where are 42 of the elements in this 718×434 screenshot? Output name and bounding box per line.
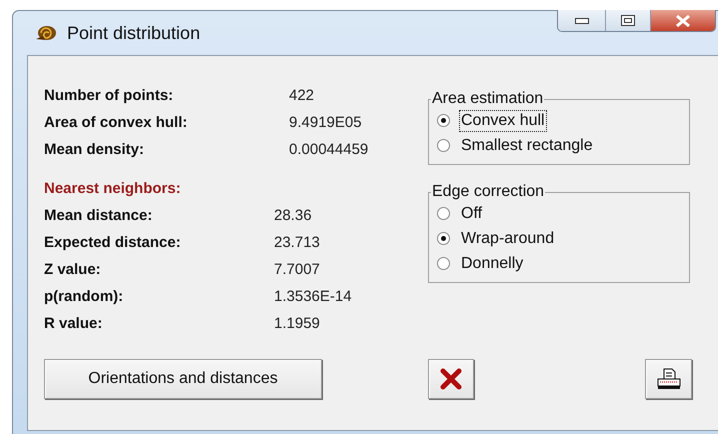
stat-label: Number of points: bbox=[44, 87, 174, 104]
close-button[interactable] bbox=[428, 359, 474, 399]
window-title: Point distribution bbox=[67, 22, 200, 44]
stat-value: 422 bbox=[289, 87, 316, 104]
radio-button[interactable] bbox=[437, 139, 450, 152]
group-title: Edge correction bbox=[431, 183, 546, 201]
close-icon bbox=[440, 368, 462, 390]
stat-label: Expected distance: bbox=[44, 234, 182, 251]
minimize-button[interactable] bbox=[558, 10, 605, 31]
stat-label: p(random): bbox=[44, 288, 124, 305]
radio-button[interactable] bbox=[437, 257, 450, 270]
option-label[interactable]: Smallest rectangle bbox=[460, 136, 594, 156]
group-title: Area estimation bbox=[431, 90, 544, 108]
print-button[interactable] bbox=[645, 359, 692, 399]
stat-value: 9.4919E05 bbox=[289, 114, 363, 131]
stat-label: R value: bbox=[44, 315, 104, 332]
stat-label: Z value: bbox=[44, 261, 102, 278]
stat-value: 23.713 bbox=[274, 234, 321, 251]
stat-value: 28.36 bbox=[274, 207, 313, 224]
stat-value: 1.1959 bbox=[274, 315, 321, 332]
radio-button[interactable] bbox=[437, 232, 450, 245]
shell-icon bbox=[35, 24, 57, 42]
orientations-button[interactable]: Orientations and distances bbox=[44, 359, 322, 399]
stat-label: Mean density: bbox=[44, 141, 146, 158]
radio-button[interactable] bbox=[437, 207, 450, 220]
stat-label: Area of convex hull: bbox=[44, 114, 188, 131]
close-window-button[interactable] bbox=[650, 10, 715, 31]
printer-icon bbox=[656, 368, 680, 390]
section-heading: Nearest neighbors: bbox=[44, 179, 182, 199]
option-label[interactable]: Wrap-around bbox=[460, 228, 556, 248]
stat-value: 0.00044459 bbox=[289, 141, 370, 158]
option-label[interactable]: Donnelly bbox=[460, 254, 524, 274]
close-icon bbox=[675, 14, 691, 26]
stat-value: 1.3536E-14 bbox=[274, 288, 353, 305]
minimize-icon bbox=[574, 18, 588, 24]
maximize-icon bbox=[621, 15, 635, 26]
radio-button[interactable] bbox=[437, 114, 450, 127]
option-label[interactable]: Convex hull bbox=[460, 110, 546, 130]
option-label[interactable]: Off bbox=[460, 204, 484, 224]
maximize-button[interactable] bbox=[605, 10, 650, 31]
stat-label: Mean distance: bbox=[44, 207, 154, 224]
stat-value: 7.7007 bbox=[274, 261, 321, 278]
